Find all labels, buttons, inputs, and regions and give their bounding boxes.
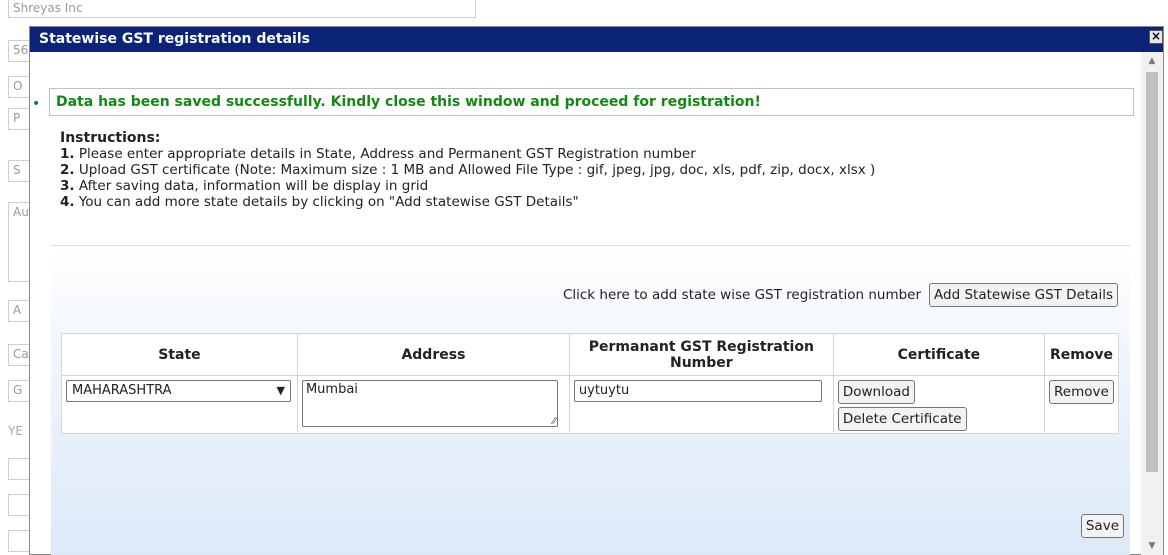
header-address: Address: [296, 333, 570, 376]
instructions: Instructions: 1. Please enter appropriat…: [60, 130, 1120, 210]
success-message: Data has been saved successfully. Kindly…: [49, 88, 1134, 116]
header-state: State: [61, 333, 298, 376]
instruction-item: 4. You can add more state details by cli…: [60, 194, 579, 210]
scroll-down-icon[interactable]: ▼: [1141, 537, 1163, 555]
instructions-heading: Instructions:: [60, 130, 161, 146]
close-icon[interactable]: ×: [1149, 30, 1163, 44]
bullet-icon: •: [32, 96, 41, 112]
gst-table: State Address Permanant GST Registration…: [61, 333, 1120, 434]
cell-remove: Remove: [1043, 375, 1120, 434]
instruction-item: 1. Please enter appropriate details in S…: [60, 146, 696, 162]
state-select[interactable]: MAHARASHTRA ▼: [66, 380, 291, 402]
cell-state: MAHARASHTRA ▼: [61, 375, 298, 434]
remove-button[interactable]: Remove: [1048, 380, 1114, 404]
state-value: MAHARASHTRA: [72, 383, 172, 398]
save-button[interactable]: Save: [1080, 514, 1124, 538]
scroll-up-icon[interactable]: ▲: [1141, 52, 1163, 70]
instruction-item: 3. After saving data, information will b…: [60, 178, 429, 194]
add-prompt-label: Click here to add state wise GST registr…: [562, 287, 922, 303]
instruction-item: 2. Upload GST certificate (Note: Maximum…: [60, 162, 876, 178]
scrollbar[interactable]: ▲ ▼: [1141, 52, 1163, 555]
modal-content: • Data has been saved successfully. Kind…: [30, 52, 1142, 555]
header-gst-number: Permanant GST Registration Number: [568, 333, 834, 376]
panel-divider: [51, 493, 1130, 494]
bg-label: YE: [8, 424, 23, 438]
cell-gst-number: uytuytu: [568, 375, 834, 434]
header-certificate: Certificate: [832, 333, 1045, 376]
scroll-thumb[interactable]: [1146, 72, 1158, 472]
add-statewise-gst-button[interactable]: Add Statewise GST Details: [929, 283, 1118, 307]
address-value: Mumbai: [305, 382, 358, 397]
company-name-field[interactable]: Shreyas Inc: [8, 0, 476, 18]
certificate-actions: Download Delete Certificate: [837, 380, 1040, 431]
gst-number-input[interactable]: uytuytu: [573, 380, 822, 402]
divider: [51, 245, 1130, 246]
table-row: MAHARASHTRA ▼ Mumbai ⁄⁄ uytuytu Download…: [61, 375, 1120, 434]
gst-details-modal: Statewise GST registration details × • D…: [29, 26, 1164, 555]
header-remove: Remove: [1043, 333, 1120, 376]
add-row: Click here to add state wise GST registr…: [563, 281, 1118, 309]
address-textarea[interactable]: Mumbai ⁄⁄: [301, 380, 558, 427]
cell-certificate: Download Delete Certificate: [832, 375, 1045, 434]
delete-certificate-button[interactable]: Delete Certificate: [837, 407, 967, 431]
cell-address: Mumbai ⁄⁄: [296, 375, 570, 434]
download-button[interactable]: Download: [837, 380, 915, 404]
gst-grid-panel: Click here to add state wise GST registr…: [51, 248, 1130, 555]
modal-title: Statewise GST registration details: [30, 27, 1163, 52]
resize-grip-icon[interactable]: ⁄⁄: [553, 416, 556, 427]
chevron-down-icon: ▼: [276, 384, 285, 397]
